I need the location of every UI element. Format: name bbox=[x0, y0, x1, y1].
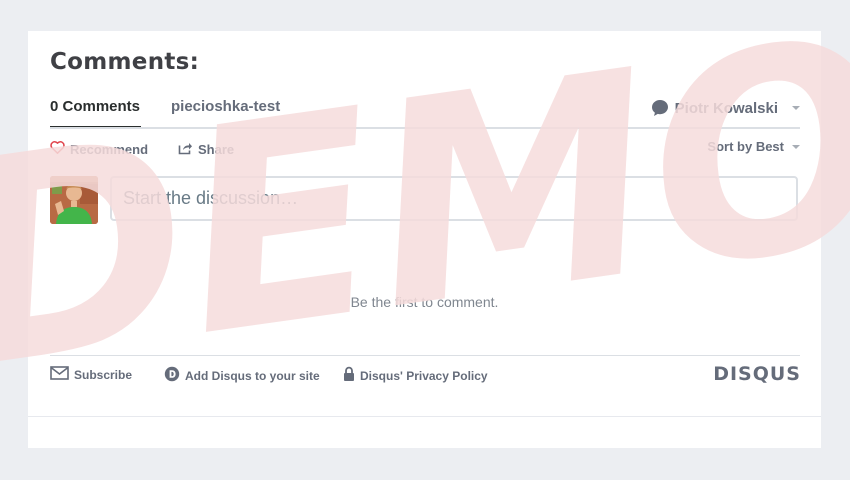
comments-card: Comments: 0 Comments piecioshka-test Pio… bbox=[28, 31, 821, 448]
chevron-down-icon bbox=[792, 144, 800, 149]
share-icon bbox=[178, 141, 193, 158]
footer: Subscribe Add Disqus to your site Disqus… bbox=[50, 363, 801, 385]
recommend-label: Recommend bbox=[70, 141, 149, 157]
card-bottom-line bbox=[28, 416, 821, 417]
empty-state-message: Be the first to comment. bbox=[350, 294, 499, 310]
tab-community[interactable]: piecioshka-test bbox=[171, 98, 280, 115]
add-disqus-label: Add Disqus to your site bbox=[185, 368, 320, 383]
user-name: Piotr Kowalski bbox=[674, 99, 778, 117]
privacy-policy-link[interactable]: Disqus' Privacy Policy bbox=[343, 366, 488, 385]
user-menu[interactable]: Piotr Kowalski bbox=[651, 97, 800, 119]
heart-icon bbox=[50, 141, 65, 157]
sort-label: Sort by Best bbox=[707, 139, 784, 154]
avatar[interactable] bbox=[50, 176, 98, 224]
subscribe-label: Subscribe bbox=[74, 367, 133, 382]
disqus-logo[interactable]: DISQUS bbox=[713, 363, 801, 385]
privacy-label: Disqus' Privacy Policy bbox=[360, 368, 488, 383]
sort-dropdown[interactable]: Sort by Best bbox=[707, 139, 800, 154]
comment-input[interactable] bbox=[110, 176, 798, 221]
mail-icon bbox=[50, 366, 69, 383]
add-disqus-link[interactable]: Add Disqus to your site bbox=[164, 366, 320, 385]
share-label: Share bbox=[198, 142, 235, 157]
page-title: Comments: bbox=[50, 49, 200, 75]
recommend-button[interactable]: Recommend bbox=[50, 141, 148, 157]
disqus-d-icon bbox=[164, 366, 180, 385]
lock-icon bbox=[343, 366, 355, 385]
share-button[interactable]: Share bbox=[178, 141, 234, 158]
nav-divider bbox=[50, 127, 800, 129]
chevron-down-icon bbox=[792, 106, 800, 110]
footer-divider bbox=[50, 355, 800, 356]
tab-comment-count[interactable]: 0 Comments bbox=[50, 98, 142, 128]
subscribe-link[interactable]: Subscribe bbox=[50, 366, 132, 383]
chat-bubble-icon bbox=[651, 99, 669, 117]
